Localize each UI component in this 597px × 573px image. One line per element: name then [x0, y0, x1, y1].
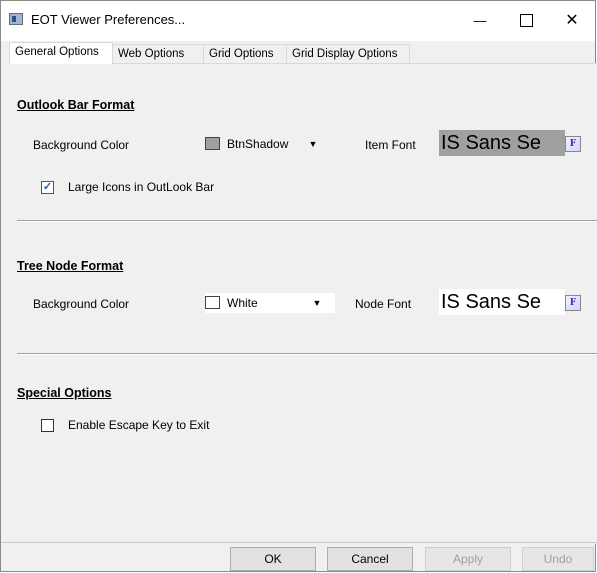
general-options-panel: Outlook Bar Format Background Color BtnS… — [9, 63, 597, 544]
outlook-bg-color-combo[interactable]: BtnShadow ▼ — [205, 134, 327, 154]
undo-button[interactable]: Undo — [522, 547, 594, 571]
escape-key-checkbox[interactable] — [41, 419, 54, 432]
section-divider — [17, 220, 597, 222]
tab-grid-display-options[interactable]: Grid Display Options — [286, 44, 410, 63]
special-options-section-title: Special Options — [17, 386, 112, 400]
tree-bg-color-value: White — [227, 296, 258, 310]
maximize-button[interactable] — [503, 1, 549, 39]
font-picker-icon[interactable]: F — [565, 136, 581, 152]
section-divider — [17, 353, 597, 355]
node-font-preview: IS Sans Se — [439, 289, 565, 315]
tree-bg-color-combo[interactable]: White ▼ — [205, 293, 335, 313]
large-icons-label: Large Icons in OutLook Bar — [68, 180, 215, 194]
large-icons-checkbox[interactable]: ✓ — [41, 181, 54, 194]
app-window-icon — [9, 13, 23, 25]
preferences-window: EOT Viewer Preferences... — ✕ General Op… — [0, 0, 597, 572]
outlook-bar-section-title: Outlook Bar Format — [17, 98, 135, 112]
item-font-preview: IS Sans Se — [439, 130, 565, 156]
button-bar-divider — [1, 542, 597, 543]
tab-strip: General Options Web Options Grid Options… — [9, 42, 591, 64]
maximize-icon — [519, 13, 533, 27]
outlook-bg-color-value: BtnShadow — [227, 137, 289, 151]
cancel-button[interactable]: Cancel — [327, 547, 413, 571]
tab-web-options[interactable]: Web Options — [112, 44, 204, 63]
window-title: EOT Viewer Preferences... — [31, 12, 186, 27]
color-swatch-icon — [205, 137, 220, 150]
escape-key-label: Enable Escape Key to Exit — [68, 418, 210, 432]
tree-node-section-title: Tree Node Format — [17, 259, 124, 273]
title-bar[interactable]: EOT Viewer Preferences... — ✕ — [1, 1, 595, 41]
dropdown-arrow-icon[interactable]: ▼ — [309, 295, 325, 311]
tab-general-options[interactable]: General Options — [9, 42, 113, 64]
minimize-button[interactable]: — — [457, 1, 503, 39]
item-font-label: Item Font — [365, 138, 416, 152]
minimize-icon: — — [473, 12, 487, 28]
tree-bg-color-label: Background Color — [33, 297, 130, 311]
close-icon: ✕ — [565, 12, 579, 29]
font-picker-icon[interactable]: F — [565, 295, 581, 311]
ok-button[interactable]: OK — [230, 547, 316, 571]
outlook-bg-color-label: Background Color — [33, 138, 130, 152]
tab-grid-options[interactable]: Grid Options — [203, 44, 287, 63]
dropdown-arrow-icon[interactable]: ▼ — [305, 136, 321, 152]
close-button[interactable]: ✕ — [549, 1, 595, 39]
color-swatch-icon — [205, 296, 220, 309]
node-font-label: Node Font — [355, 297, 412, 311]
checkmark-icon: ✓ — [42, 181, 53, 193]
apply-button[interactable]: Apply — [425, 547, 511, 571]
